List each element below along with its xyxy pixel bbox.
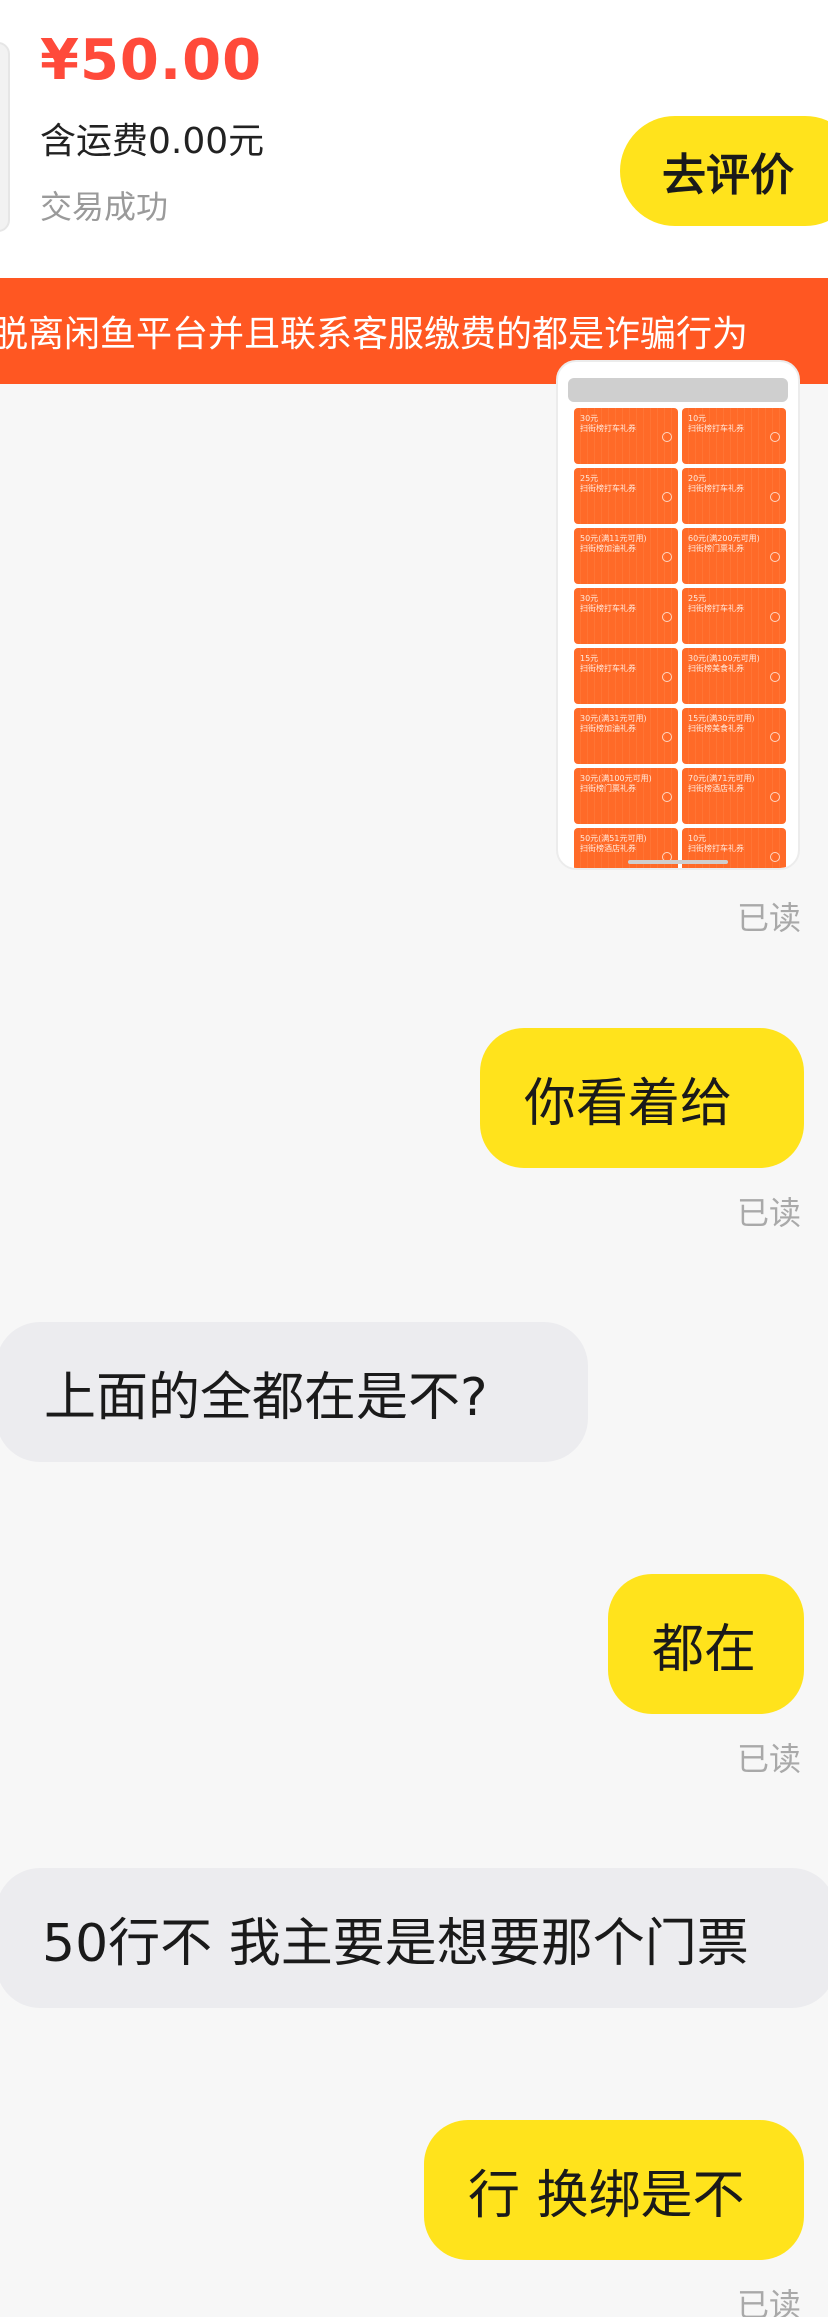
coupon-tile: 10元 扫街榜打车礼券 [682,408,786,464]
image-top-bar [568,378,788,402]
coupon-description: 扫街榜酒店礼券 [580,844,636,853]
read-receipt: 已读 [737,1194,802,1232]
coupon-description: 扫街榜加油礼券 [580,724,636,733]
coupon-tile: 30元 扫街榜打车礼券 [574,588,678,644]
order-status: 交易成功 [40,188,169,226]
coupon-amount: 10元 [688,834,707,843]
coupon-tile: 15元(满30元可用) 扫街榜美食礼券 [682,708,786,764]
coupon-description: 扫街榜打车礼券 [580,664,636,673]
read-receipt: 已读 [737,899,802,937]
coupon-description: 扫街榜打车礼券 [688,484,744,493]
coupon-tile: 30元(满100元可用) 扫街榜美食礼券 [682,648,786,704]
product-thumbnail[interactable] [0,42,10,232]
coupon-description: 扫街榜打车礼券 [688,604,744,613]
coupon-amount: 30元(满100元可用) [580,774,652,783]
order-price: ¥50.00 [40,28,263,93]
coupon-tile: 60元(满200元可用) 扫街榜门票礼券 [682,528,786,584]
coupon-amount: 60元(满200元可用) [688,534,760,543]
message-text: 行 换绑是不 [468,2165,745,2226]
coupon-amount: 30元(满100元可用) [688,654,760,663]
coupon-tile: 25元 扫街榜打车礼券 [574,468,678,524]
coupon-description: 扫街榜打车礼券 [580,604,636,613]
message-bubble-received[interactable]: 50行不 我主要是想要那个门票 [0,1868,828,2008]
coupon-amount: 15元(满30元可用) [688,714,755,723]
message-text: 都在 [652,1619,757,1680]
coupon-amount: 30元 [580,594,599,603]
read-receipt: 已读 [737,2286,802,2317]
coupon-description: 扫街榜加油礼券 [580,544,636,553]
image-bottom-bar [628,860,728,864]
warning-text: 脱离闲鱼平台并且联系客服缴费的都是诈骗行为 [0,314,749,355]
coupon-amount: 20元 [688,474,707,483]
message-bubble-sent[interactable]: 你看着给 [480,1028,804,1168]
message-text: 50行不 我主要是想要那个门票 [42,1913,749,1974]
coupon-tile: 25元 扫街榜打车礼券 [682,588,786,644]
coupon-description: 扫街榜打车礼券 [688,424,744,433]
read-receipt: 已读 [737,1740,802,1778]
coupon-description: 扫街榜打车礼券 [580,424,636,433]
coupon-amount: 15元 [580,654,599,663]
message-text: 上面的全都在是不? [44,1367,488,1428]
coupon-amount: 50元(满11元可用) [580,534,647,543]
coupon-amount: 25元 [580,474,599,483]
coupon-tile: 30元 扫街榜打车礼券 [574,408,678,464]
image-message[interactable]: 30元 扫街榜打车礼券 10元 扫街榜打车礼券 25元 扫街榜打车礼券 20元 扫街榜打车礼券… [556,360,800,870]
coupon-tile: 70元(满71元可用) 扫街榜酒店礼券 [682,768,786,824]
coupon-amount: 50元(满51元可用) [580,834,647,843]
coupon-description: 扫街榜门票礼券 [688,544,744,553]
coupon-tile: 20元 扫街榜打车礼券 [682,468,786,524]
shipping-fee: 含运费0.00元 [40,121,265,162]
message-text: 你看着给 [524,1073,733,1134]
coupon-description: 扫街榜酒店礼券 [688,784,744,793]
coupon-description: 扫街榜打车礼券 [688,844,744,853]
coupon-amount: 25元 [688,594,707,603]
coupon-grid: 30元 扫街榜打车礼券 10元 扫街榜打车礼券 25元 扫街榜打车礼券 20元 扫街榜打车礼券… [574,408,786,868]
coupon-description: 扫街榜美食礼券 [688,724,744,733]
message-bubble-sent[interactable]: 都在 [608,1574,804,1714]
coupon-description: 扫街榜打车礼券 [580,484,636,493]
coupon-amount: 70元(满71元可用) [688,774,755,783]
order-card[interactable]: ¥50.00 含运费0.00元 交易成功 去评价 [0,0,828,278]
review-button[interactable]: 去评价 [620,116,828,226]
coupon-tile: 15元 扫街榜打车礼券 [574,648,678,704]
coupon-description: 扫街榜美食礼券 [688,664,744,673]
coupon-tile: 30元(满31元可用) 扫街榜加油礼券 [574,708,678,764]
coupon-amount: 10元 [688,414,707,423]
message-bubble-received[interactable]: 上面的全都在是不? [0,1322,588,1462]
coupon-tile: 50元(满11元可用) 扫街榜加油礼券 [574,528,678,584]
coupon-amount: 30元 [580,414,599,423]
message-bubble-sent[interactable]: 行 换绑是不 [424,2120,804,2260]
coupon-description: 扫街榜门票礼券 [580,784,636,793]
coupon-amount: 30元(满31元可用) [580,714,647,723]
coupon-tile: 30元(满100元可用) 扫街榜门票礼券 [574,768,678,824]
